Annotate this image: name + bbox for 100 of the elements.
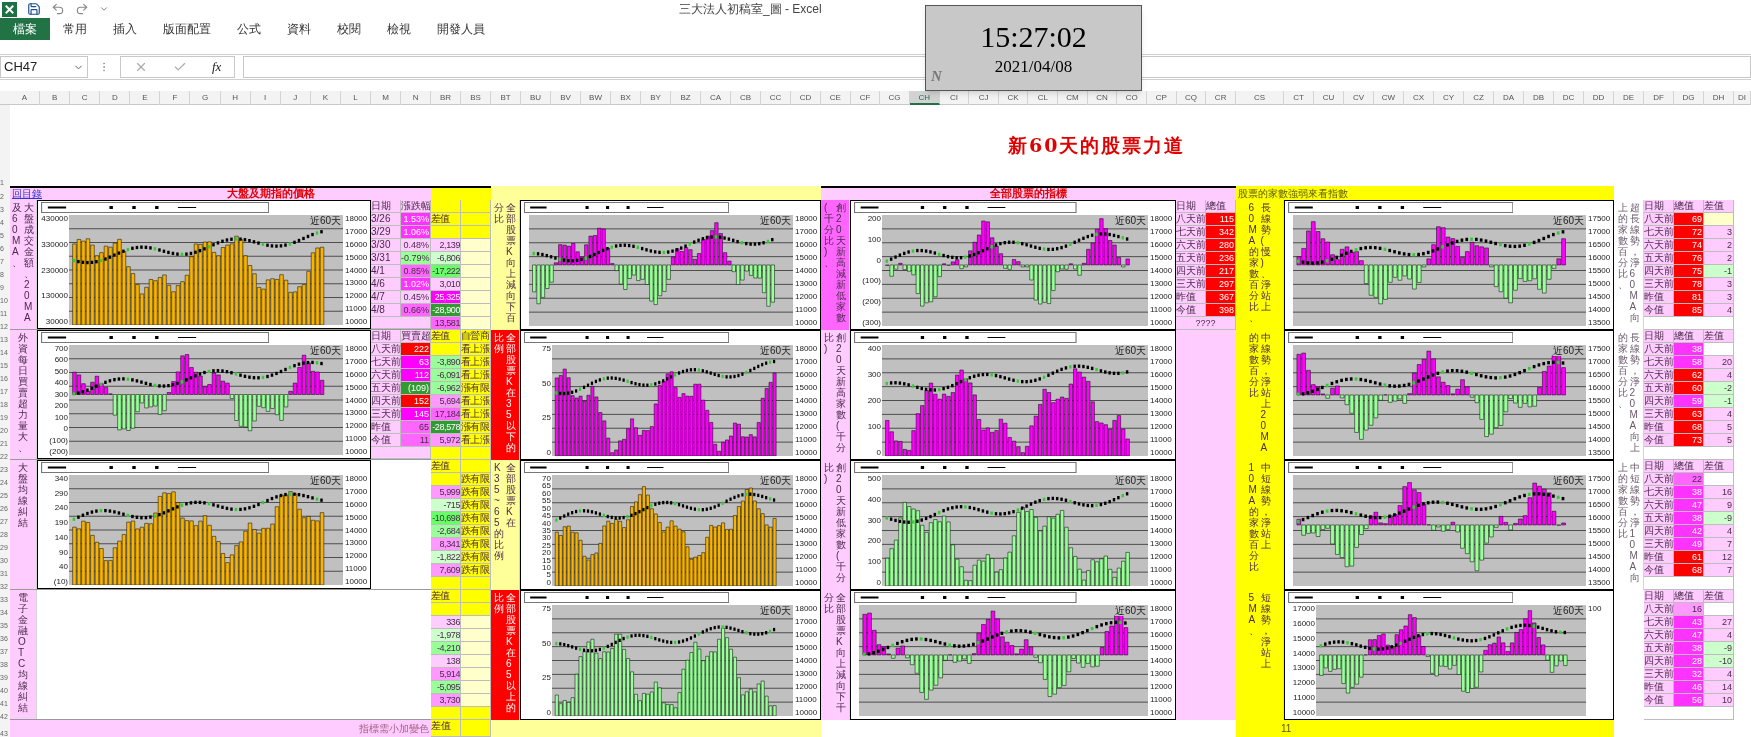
column-header[interactable]: DA (1494, 91, 1524, 105)
column-header[interactable]: CQ (1176, 91, 1207, 105)
column-header[interactable]: C (70, 91, 101, 105)
column-header[interactable]: DG (1674, 91, 1704, 105)
column-header[interactable]: BY (641, 91, 671, 105)
column-header[interactable]: N (401, 91, 432, 105)
column-header[interactable]: DI (1734, 91, 1751, 105)
column-header[interactable]: CT (1284, 91, 1314, 105)
column-header[interactable]: CY (1434, 91, 1464, 105)
column-header[interactable]: DC (1554, 91, 1584, 105)
column-header[interactable]: K (310, 91, 341, 105)
table-cell: 10 (1704, 694, 1734, 707)
column-header[interactable]: DD (1584, 91, 1614, 105)
column-header[interactable]: CA (701, 91, 731, 105)
axis-tick-label: 10000 (1150, 319, 1174, 326)
ribbon-tab[interactable]: 插入 (100, 18, 150, 40)
column-header[interactable]: CZ (1464, 91, 1494, 105)
column-header[interactable]: CF (850, 91, 881, 105)
ribbon-tab[interactable]: 公式 (224, 18, 274, 40)
spreadsheet-app-icon[interactable] (2, 1, 17, 17)
column-header[interactable]: CD (791, 91, 821, 105)
vertical-label: 長線勢，淨20MA向上 (1629, 332, 1640, 455)
table-cell: 3 (1704, 278, 1734, 291)
check-icon[interactable] (172, 60, 187, 74)
table-cell: 1.53% (401, 213, 431, 226)
table-cell: 漲有限 (461, 382, 491, 395)
axis-tick-label: 16000 (1150, 631, 1174, 638)
column-header[interactable]: CE (821, 91, 851, 105)
axis-tick-label: 16000 (795, 241, 819, 248)
table-cell: 32 (1674, 668, 1704, 681)
column-header[interactable]: CP (1147, 91, 1177, 105)
column-header[interactable]: CU (1314, 91, 1344, 105)
column-header[interactable]: CH (909, 91, 940, 105)
column-header[interactable]: DB (1524, 91, 1554, 105)
column-header[interactable]: CX (1404, 91, 1434, 105)
column-header[interactable]: L (340, 91, 371, 105)
column-header[interactable]: F (160, 91, 191, 105)
column-header[interactable]: BS (461, 91, 491, 105)
column-header[interactable]: DH (1704, 91, 1734, 105)
column-header[interactable]: BU (521, 91, 551, 105)
vertical-label: 中短線勢，淨10MA向 (1629, 462, 1640, 585)
insert-function-button[interactable]: fx (212, 57, 222, 77)
column-header[interactable]: BW (581, 91, 611, 105)
axis-tick-label: 11000 (1150, 306, 1173, 313)
vertical-label: 比) (824, 332, 834, 356)
column-header[interactable]: H (220, 91, 251, 105)
column-header[interactable]: G (190, 91, 221, 105)
column-header[interactable]: A (10, 91, 41, 105)
ribbon-tab[interactable]: 開發人員 (424, 18, 498, 40)
ribbon-tab[interactable]: 檢視 (374, 18, 424, 40)
column-header[interactable]: I (250, 91, 281, 105)
column-header[interactable]: CR (1206, 91, 1236, 105)
table-cell: 25,325 (431, 291, 461, 304)
axis-tick-label: 17000 (795, 358, 819, 365)
column-header[interactable]: BT (491, 91, 521, 105)
ribbon-tab[interactable]: 版面配置 (150, 18, 224, 40)
column-header[interactable]: BR (431, 91, 461, 105)
column-header[interactable]: BV (551, 91, 581, 105)
ribbon-tab[interactable]: 校閱 (324, 18, 374, 40)
axis-tick-label: 200 (54, 402, 68, 410)
column-header[interactable]: CW (1374, 91, 1404, 105)
axis-tick-label: 50 (542, 504, 551, 512)
undo-icon[interactable] (51, 2, 65, 16)
axis-tick-label: 10000 (345, 448, 369, 455)
caret-icon[interactable] (99, 4, 109, 14)
column-header[interactable]: D (100, 91, 131, 105)
column-header[interactable]: J (280, 91, 311, 105)
column-header[interactable]: BX (611, 91, 641, 105)
axis-tick-label: 13500 (1588, 449, 1612, 456)
table-cell: 73 (1674, 434, 1704, 447)
axis-tick-label: 15000 (795, 254, 819, 261)
column-header[interactable]: DE (1614, 91, 1644, 105)
table-cell: 367 (1206, 291, 1236, 304)
column-header[interactable]: CC (761, 91, 791, 105)
table-cell: 差值 (431, 460, 461, 473)
table-cell: 74 (1674, 239, 1704, 252)
ribbon-tab[interactable]: 常用 (50, 18, 100, 40)
column-header[interactable]: CG (880, 91, 910, 105)
table-cell: 217 (1206, 265, 1236, 278)
name-box[interactable]: CH47 (0, 56, 88, 78)
axis-tick-label: 17000 (1588, 488, 1612, 495)
ribbon-tab[interactable]: 資料 (274, 18, 324, 40)
column-header[interactable]: BZ (671, 91, 701, 105)
column-header[interactable]: DF (1644, 91, 1674, 105)
column-header[interactable]: E (130, 91, 161, 105)
column-header[interactable]: M (370, 91, 401, 105)
table-cell: 0.66% (401, 304, 431, 317)
axis-tick-label: 14000 (1150, 527, 1174, 534)
back-to-index-link[interactable]: 回目錄 (12, 189, 42, 199)
column-header[interactable]: CS (1236, 91, 1284, 105)
axis-tick-label: 400 (54, 379, 68, 387)
save-icon[interactable] (27, 2, 41, 16)
column-header[interactable]: CV (1344, 91, 1374, 105)
table-cell: 五天前 (1176, 252, 1206, 265)
ribbon-tab[interactable]: 檔案 (0, 18, 50, 40)
column-header[interactable]: B (40, 91, 71, 105)
axis-tick-label: 11000 (345, 435, 368, 443)
table-cell: 280 (1206, 239, 1236, 252)
redo-icon[interactable] (75, 2, 89, 16)
column-header[interactable]: CB (731, 91, 761, 105)
